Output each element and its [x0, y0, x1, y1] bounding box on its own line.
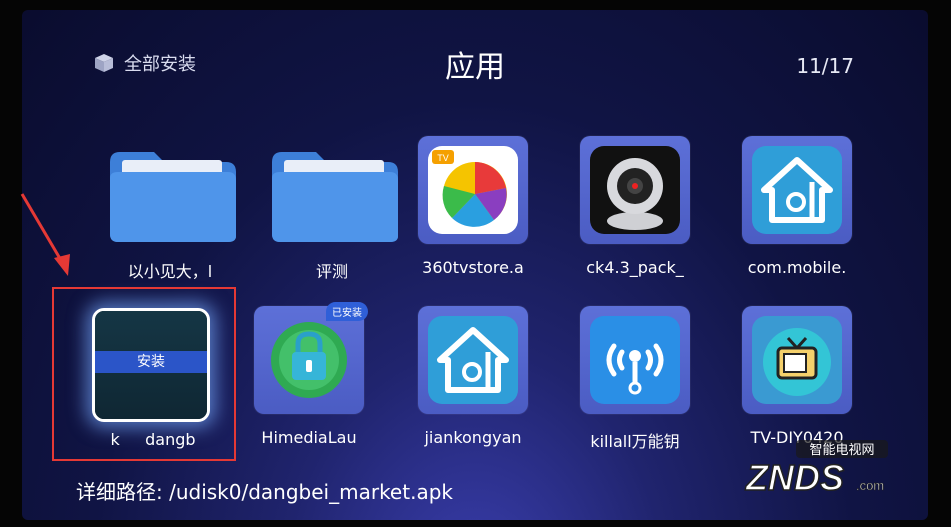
- tile-label: 评测: [315, 262, 348, 281]
- folder-icon: [272, 152, 398, 242]
- wifi-key-icon: [590, 316, 680, 404]
- tile-ck43[interactable]: ck4.3_pack_: [550, 136, 690, 277]
- tile-label: com.mobile.: [747, 258, 847, 277]
- installed-badge: 已安装: [326, 302, 368, 321]
- tile-label: 360tvstore.a: [422, 258, 524, 277]
- tile-label: jiankongyan: [424, 428, 522, 447]
- webcam-icon: [590, 146, 680, 234]
- tile-tv-diy[interactable]: TV-DIY0420: [712, 306, 852, 447]
- red-arrow-icon: [20, 193, 70, 276]
- tile-killall[interactable]: killall万能钥: [550, 306, 690, 451]
- file-path-text: 详细路径: /udisk0/dangbei_market.apk: [76, 480, 453, 504]
- svg-text:.com: .com: [856, 478, 884, 493]
- home-camera-icon: [752, 146, 842, 234]
- tile-folder-1[interactable]: 以小见大，l: [72, 136, 236, 281]
- tile-himedia[interactable]: 已安装 HimediaLau: [224, 302, 368, 447]
- svg-text:ZNDS: ZNDS: [745, 457, 844, 498]
- 360-tvstore-icon: TV: [428, 146, 518, 234]
- tile-jiankongyan[interactable]: jiankongyan: [388, 306, 528, 447]
- home-camera-icon: [428, 316, 518, 404]
- page-title: 应用: [445, 50, 505, 85]
- highlight-box: [52, 287, 236, 461]
- tile-label: 以小见大，l: [127, 262, 213, 281]
- app-icon-frame: [742, 136, 852, 244]
- app-icon-frame: [580, 136, 690, 244]
- tile-label: killall万能钥: [590, 432, 680, 451]
- tile-label: HimediaLau: [261, 428, 357, 447]
- app-icon-frame: 已安装: [254, 302, 368, 414]
- app-icon-frame: TV: [418, 136, 528, 244]
- screenshot-frame: 全部安装 应用 11/17 以小见大，l 评测 TV 360tvstore.a …: [0, 0, 951, 527]
- tile-com-mobile[interactable]: com.mobile.: [712, 136, 852, 277]
- svg-text:智能电视网: 智能电视网: [809, 443, 874, 458]
- page-indicator: 11/17: [796, 54, 854, 78]
- svg-text:TV: TV: [437, 153, 449, 163]
- app-icon-frame: [580, 306, 690, 414]
- tile-label: ck4.3_pack_: [586, 258, 684, 277]
- folder-icon: [110, 152, 236, 242]
- tile-folder-2[interactable]: 评测: [234, 136, 398, 281]
- tile-360tvstore[interactable]: TV 360tvstore.a: [388, 136, 528, 277]
- app-icon-frame: [742, 306, 852, 414]
- app-icon-frame: [418, 306, 528, 414]
- himedia-lock-icon: [271, 322, 347, 398]
- znds-watermark: 智能电视网 ZNDS .com: [744, 440, 888, 498]
- tv-icon: [752, 316, 842, 404]
